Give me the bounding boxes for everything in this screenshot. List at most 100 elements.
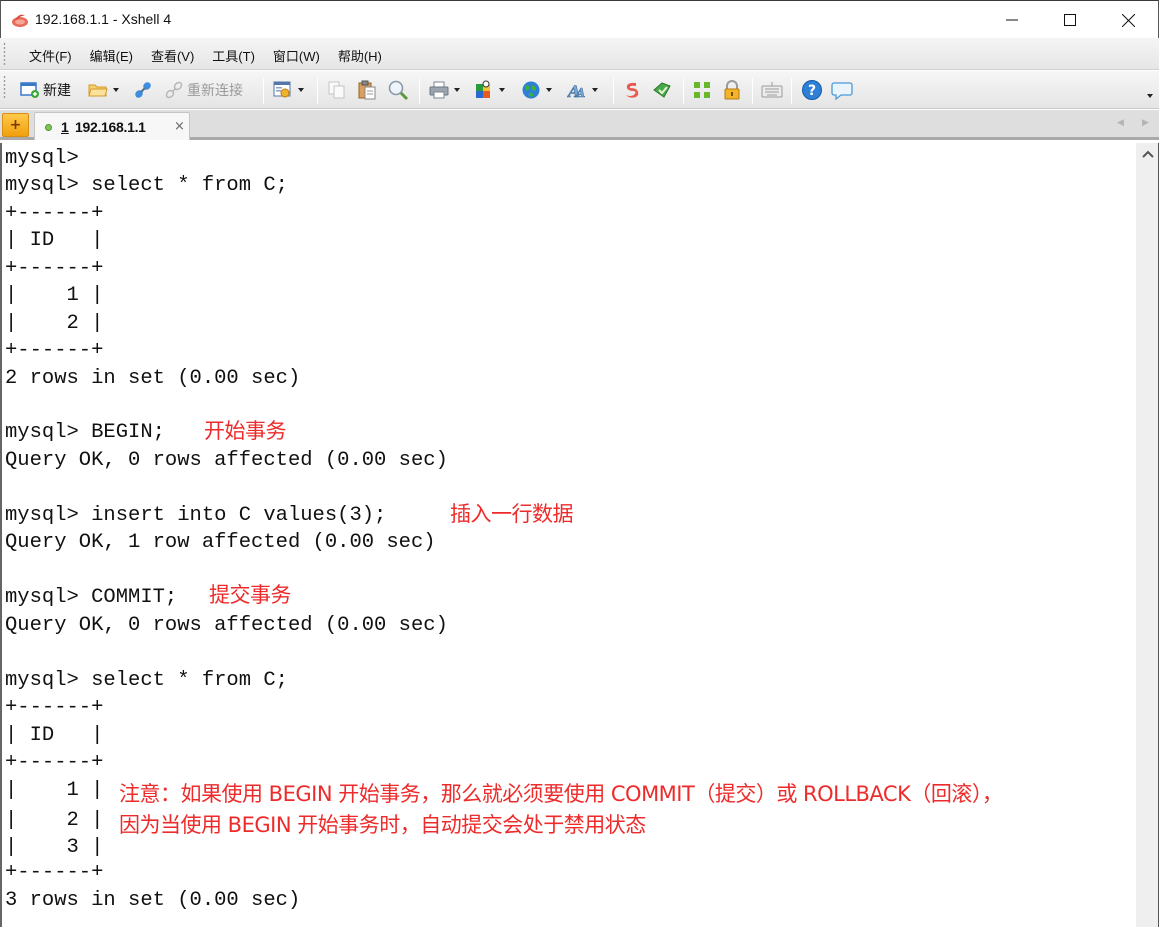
terminal-line: mysql>: [5, 147, 79, 170]
chat-button[interactable]: [831, 79, 853, 101]
lock-icon: [724, 80, 740, 100]
tab-scroll-left-icon[interactable]: ◀: [1117, 118, 1124, 128]
terminal-line: +------+: [5, 339, 104, 362]
print-icon: [429, 81, 449, 99]
xagent-icon: [653, 82, 671, 98]
copy-icon: [328, 81, 345, 99]
color-scheme-dropdown-icon[interactable]: [499, 88, 505, 92]
chat-icon: [831, 82, 853, 101]
minimize-button[interactable]: [983, 1, 1041, 39]
terminal-line: 3 rows in set (0.00 sec): [5, 889, 301, 912]
minimize-icon: [1006, 19, 1018, 21]
terminal-line: | ID |: [5, 229, 104, 252]
new-tab-button[interactable]: +: [2, 113, 29, 137]
reconnect-label: 重新连接: [187, 82, 243, 98]
terminal-line: +------+: [5, 751, 104, 774]
toolbar-separator: [317, 78, 318, 104]
tab-label: 192.168.1.1: [75, 119, 146, 135]
find-icon: [388, 80, 409, 101]
properties-dropdown-icon[interactable]: [298, 88, 304, 92]
menu-edit[interactable]: 编辑(E): [85, 46, 138, 65]
close-icon: [1121, 13, 1135, 27]
font-dropdown-icon[interactable]: [592, 88, 598, 92]
terminal-line: Query OK, 0 rows affected (0.00 sec): [5, 449, 448, 472]
title-bar: 192.168.1.1 - Xshell 4: [0, 0, 1159, 38]
toolbar: 新建 重新连接 A A ?: [0, 71, 1159, 109]
encoding-globe-icon: [522, 81, 540, 99]
maximize-icon: [1064, 14, 1076, 26]
terminal-line: 2 rows in set (0.00 sec): [5, 367, 301, 390]
terminal-line: mysql> insert into C values(3);: [5, 504, 387, 527]
scroll-up-icon[interactable]: [1142, 149, 1154, 159]
window-title: 192.168.1.1 - Xshell 4: [35, 11, 172, 27]
toolbar-separator: [791, 78, 792, 104]
copy-button[interactable]: [327, 79, 347, 101]
connected-status-icon: [45, 124, 52, 131]
menu-window[interactable]: 窗口(W): [268, 46, 325, 65]
close-button[interactable]: [1099, 1, 1157, 39]
toolbar-separator: [419, 78, 420, 104]
font-button[interactable]: A A: [567, 79, 598, 101]
terminal-line: | 2 |: [5, 312, 104, 335]
properties-button[interactable]: [273, 79, 304, 101]
maximize-button[interactable]: [1041, 1, 1099, 39]
toolbar-grip[interactable]: [3, 75, 6, 99]
terminal-line: | ID |: [5, 724, 104, 747]
new-session-label: 新建: [43, 82, 71, 98]
connect-icon: [135, 82, 151, 98]
print-dropdown-icon[interactable]: [454, 88, 460, 92]
annotation-begin: 开始事务: [204, 419, 287, 443]
fullscreen-button[interactable]: [692, 79, 712, 101]
tab-close-icon[interactable]: ×: [174, 119, 185, 134]
terminal-line: +------+: [5, 202, 104, 225]
lock-button[interactable]: [722, 79, 742, 101]
new-session-button[interactable]: 新建: [20, 79, 71, 101]
menu-tools[interactable]: 工具(T): [207, 46, 260, 65]
toolbar-separator: [752, 78, 753, 104]
find-button[interactable]: [387, 79, 409, 101]
svg-text:A: A: [575, 86, 585, 100]
reconnect-button[interactable]: 重新连接: [164, 79, 243, 101]
terminal-line: mysql> BEGIN;: [5, 421, 165, 444]
menu-help[interactable]: 帮助(H): [333, 46, 387, 65]
tab-scroll-right-icon[interactable]: ▶: [1142, 118, 1149, 128]
encoding-dropdown-icon[interactable]: [546, 88, 552, 92]
terminal-line: mysql> select * from C;: [5, 174, 288, 197]
toolbar-separator: [263, 78, 264, 104]
paste-icon: [358, 80, 376, 100]
xftp-button[interactable]: [622, 79, 642, 101]
tab-number: 1: [61, 119, 69, 135]
annotation-note-line1: 注意：如果使用 BEGIN 开始事务，那么就必须要使用 COMMIT（提交）或 …: [119, 782, 1003, 806]
terminal-line: Query OK, 1 row affected (0.00 sec): [5, 531, 436, 554]
open-button[interactable]: [88, 79, 119, 101]
terminal-line: Query OK, 0 rows affected (0.00 sec): [5, 614, 448, 637]
xftp-icon: [626, 82, 639, 98]
terminal-line: | 1 |: [5, 284, 104, 307]
print-button[interactable]: [429, 79, 460, 101]
help-button[interactable]: ?: [801, 79, 823, 101]
terminal-line: | 2 |: [5, 809, 104, 832]
fullscreen-icon: [694, 82, 710, 98]
menu-file[interactable]: 文件(F): [24, 46, 77, 65]
session-tab-bar: + 1 192.168.1.1 × ◀ ▶: [0, 110, 1159, 140]
annotation-note-line2: 因为当使用 BEGIN 开始事务时，自动提交会处于禁用状态: [119, 813, 646, 837]
terminal-line: +------+: [5, 861, 104, 884]
keyboard-icon: [761, 82, 783, 98]
session-tab[interactable]: 1 192.168.1.1 ×: [34, 112, 190, 140]
keyboard-button[interactable]: [761, 79, 783, 101]
menubar-grip[interactable]: [3, 42, 6, 66]
open-folder-icon: [88, 84, 108, 97]
toolbar-overflow-icon[interactable]: [1147, 94, 1153, 98]
terminal-output[interactable]: mysql> mysql> select * from C; +------+ …: [0, 143, 1136, 927]
vertical-scrollbar[interactable]: [1136, 143, 1159, 927]
connect-button[interactable]: [133, 79, 153, 101]
open-dropdown-icon[interactable]: [113, 88, 119, 92]
toolbar-separator: [683, 78, 684, 104]
paste-button[interactable]: [357, 79, 377, 101]
xagent-button[interactable]: [652, 79, 672, 101]
xshell-logo-icon: [12, 14, 28, 27]
menu-view[interactable]: 查看(V): [146, 46, 199, 65]
encoding-button[interactable]: [521, 79, 552, 101]
help-icon: ?: [802, 80, 822, 100]
color-scheme-button[interactable]: [474, 79, 505, 101]
